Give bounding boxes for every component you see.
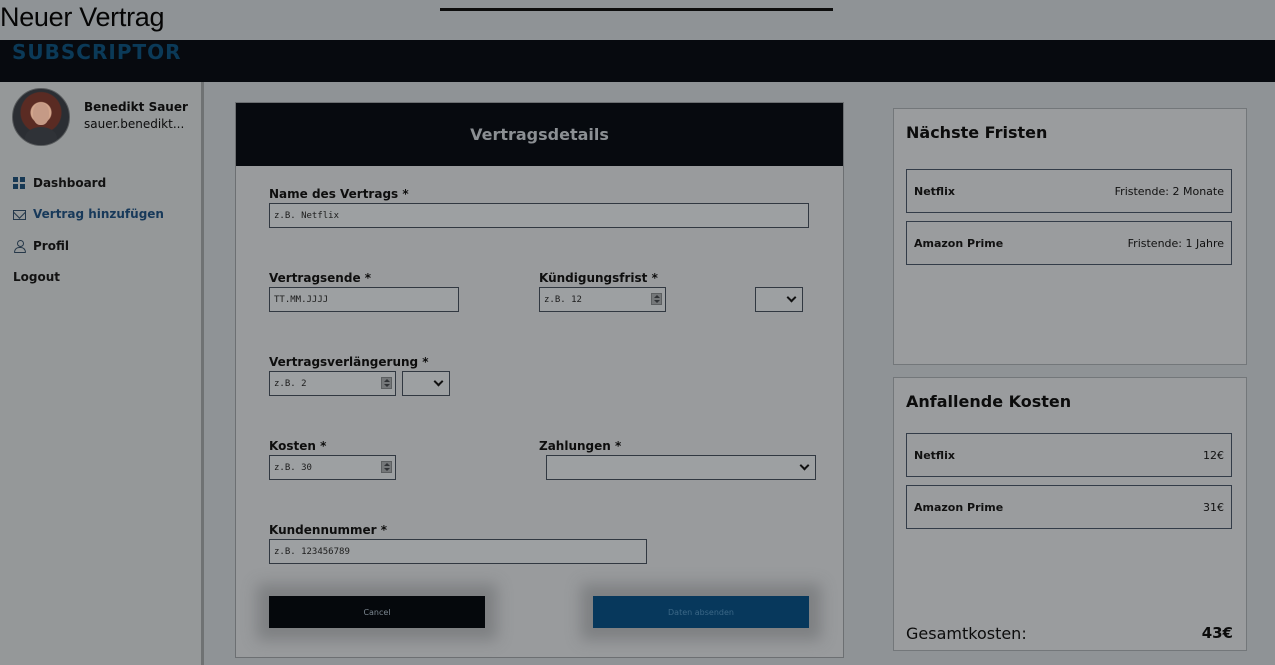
sidebar-item-profile[interactable]: Profil <box>13 239 69 253</box>
payments-select[interactable] <box>546 455 816 480</box>
avatar <box>12 88 70 146</box>
customer-number-label: Kundennummer * <box>269 523 388 537</box>
contract-end-label: Vertragsende * <box>269 271 372 285</box>
cost-row[interactable]: Amazon Prime 31€ <box>906 485 1232 529</box>
cost-stepper-icon[interactable] <box>381 461 392 473</box>
brand-logo: SUBSCRIPTOR <box>12 40 182 64</box>
notice-period-label: Kündigungsfrist * <box>539 271 658 285</box>
user-name: Benedikt Sauer <box>84 100 188 114</box>
cost-name: Amazon Prime <box>914 501 1004 514</box>
deadline-row[interactable]: Netflix Fristende: 2 Monate <box>906 169 1232 213</box>
submit-button[interactable]: Daten absenden <box>593 596 809 628</box>
deadline-name: Netflix <box>914 185 955 198</box>
contract-name-input[interactable] <box>269 203 809 228</box>
total-cost-value: 43€ <box>1201 624 1233 642</box>
notice-period-stepper-icon[interactable] <box>651 293 662 305</box>
deadline-value: Fristende: 1 Jahre <box>1127 237 1224 250</box>
page-title: Neuer Vertrag <box>0 2 165 32</box>
notice-period-unit-select[interactable] <box>755 287 803 312</box>
sidebar-item-label: Logout <box>13 270 61 284</box>
chevron-down-icon <box>786 292 797 303</box>
deadline-name: Amazon Prime <box>914 237 1004 250</box>
payments-label: Zahlungen * <box>539 439 622 453</box>
sidebar-item-add-contract[interactable]: Vertrag hinzufügen <box>13 207 164 221</box>
deadline-value: Fristende: 2 Monate <box>1114 185 1224 198</box>
chevron-down-icon <box>799 460 810 471</box>
renewal-stepper-icon[interactable] <box>381 377 392 389</box>
sidebar-item-label: Dashboard <box>33 176 107 190</box>
contract-form-card: Vertragsdetails Name des Vertrags * Vert… <box>235 102 844 658</box>
sidebar-item-logout[interactable]: Logout <box>13 270 60 284</box>
chevron-down-icon <box>433 376 444 387</box>
total-cost-label: Gesamtkosten: <box>906 624 1027 643</box>
contract-end-input[interactable] <box>269 287 459 312</box>
renewal-input[interactable] <box>269 371 396 396</box>
cancel-button[interactable]: Cancel <box>269 596 485 628</box>
cost-label: Kosten * <box>269 439 327 453</box>
dashboard-icon <box>13 176 26 190</box>
deadline-row[interactable]: Amazon Prime Fristende: 1 Jahre <box>906 221 1232 265</box>
sidebar-item-label: Vertrag hinzufügen <box>33 207 164 221</box>
cost-name: Netflix <box>914 449 955 462</box>
contract-name-label: Name des Vertrags * <box>269 187 409 201</box>
avatar-body <box>25 127 57 145</box>
cost-value: 31€ <box>1203 501 1224 514</box>
deadlines-title: Nächste Fristen <box>906 123 1048 142</box>
brand-bar: SUBSCRIPTOR <box>0 40 1275 82</box>
avatar-face <box>33 103 49 125</box>
deadlines-panel: Nächste Fristen Netflix Fristende: 2 Mon… <box>893 108 1247 365</box>
user-icon <box>13 239 26 253</box>
sidebar-item-dashboard[interactable]: Dashboard <box>13 176 106 190</box>
top-bar: Neuer Vertrag <box>0 0 1275 40</box>
renewal-unit-select[interactable] <box>402 371 450 396</box>
top-divider <box>440 8 833 11</box>
user-email: sauer.benedikt... <box>84 117 185 131</box>
costs-title: Anfallende Kosten <box>906 392 1072 411</box>
mail-icon <box>13 210 26 220</box>
cost-row[interactable]: Netflix 12€ <box>906 433 1232 477</box>
cost-input[interactable] <box>269 455 396 480</box>
costs-panel: Anfallende Kosten Netflix 12€ Amazon Pri… <box>893 377 1247 651</box>
sidebar-item-label: Profil <box>33 239 69 253</box>
cost-value: 12€ <box>1203 449 1224 462</box>
form-title: Vertragsdetails <box>236 103 843 166</box>
notice-period-input[interactable] <box>539 287 666 312</box>
customer-number-input[interactable] <box>269 539 647 564</box>
sidebar: Benedikt Sauer sauer.benedikt... Dashboa… <box>0 82 204 665</box>
renewal-label: Vertragsverlängerung * <box>269 355 429 369</box>
